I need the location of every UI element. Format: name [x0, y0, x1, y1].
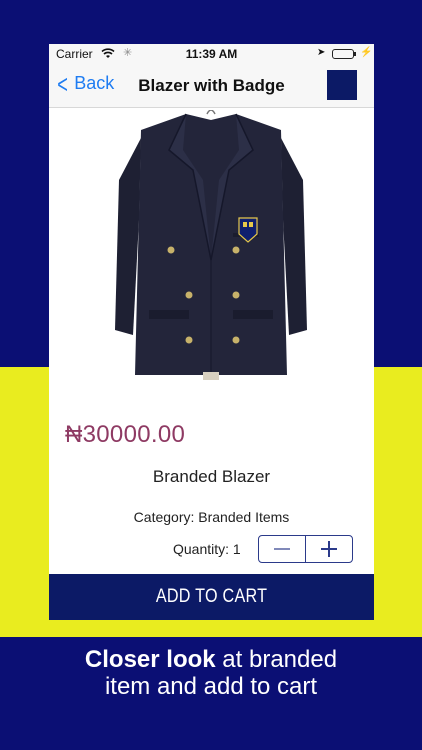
quantity-stepper — [258, 535, 353, 563]
location-arrow-icon: ➤ — [317, 47, 326, 58]
product-category: Category: Branded Items — [133, 509, 290, 525]
blazer-illustration — [115, 109, 307, 380]
caption-bold: Closer look — [84, 646, 216, 673]
promo-caption: Closer look at branded item and add to c… — [0, 646, 422, 700]
status-bar: Carrier ✳ 11:39 AM ➤ ⚡ — [49, 44, 374, 64]
caption-line-1: Closer look at branded — [0, 646, 422, 673]
caption-line1-rest: at branded — [215, 646, 338, 673]
product-price: ₦30000.00 — [65, 421, 186, 448]
increment-button[interactable] — [305, 536, 352, 562]
product-name: Branded Blazer — [152, 467, 271, 486]
decrement-button[interactable] — [259, 536, 305, 562]
plus-icon — [321, 541, 337, 557]
battery-cap — [354, 52, 356, 56]
battery-icon — [332, 49, 354, 59]
charging-bolt-icon: ⚡ — [360, 47, 373, 58]
page-title: Blazer with Badge — [138, 76, 285, 95]
add-to-cart-label: ADD TO CART — [155, 586, 268, 607]
add-to-cart-button[interactable]: ADD TO CART — [49, 574, 374, 620]
phone-screen: Carrier ✳ 11:39 AM ➤ ⚡ < Back Blazer wit… — [49, 44, 374, 620]
minus-icon — [274, 548, 290, 550]
caption-line-2: item and add to cart — [104, 673, 318, 700]
product-image — [111, 109, 311, 385]
cart-square-button[interactable] — [327, 70, 357, 100]
quantity-label: Quantity: 1 — [173, 541, 241, 557]
navigation-bar: < Back Blazer with Badge — [49, 64, 374, 108]
